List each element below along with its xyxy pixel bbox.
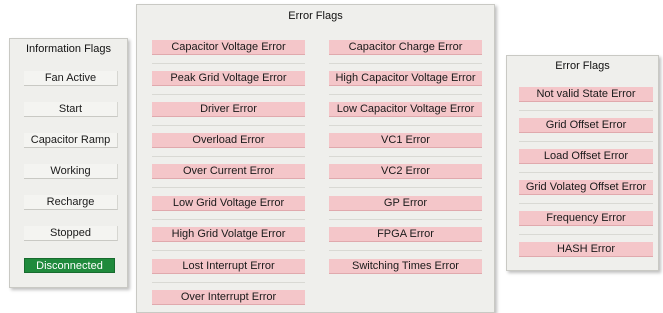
flag-lost-interrupt-error: Lost Interrupt Error [152,259,305,274]
separator [152,125,305,126]
separator [152,250,305,251]
separator [329,94,482,95]
flag-switching-times-error: Switching Times Error [329,259,482,274]
separator [152,156,305,157]
separator [329,63,482,64]
flag-load-offset-error: Load Offset Error [519,149,653,164]
flag-driver-error: Driver Error [152,102,305,117]
flag-recharge: Recharge [24,195,118,210]
separator [152,94,305,95]
separator [519,172,653,173]
flag-hash-error: HASH Error [519,242,653,257]
flag-capacitor-ramp: Capacitor Ramp [24,133,118,148]
flag-grid-offset-error: Grid Offset Error [519,118,653,133]
flag-high-grid-volatge-error: High Grid Volatge Error [152,227,305,242]
flag-vc1-error: VC1 Error [329,133,482,148]
flag-over-interrupt-error: Over Interrupt Error [152,290,305,305]
separator [519,203,653,204]
flag-low-grid-voltage-error: Low Grid Voltage Error [152,196,305,211]
flag-capacitor-voltage-error: Capacitor Voltage Error [152,40,305,55]
flag-working: Working [24,164,118,179]
error-flags-panel-main: Error Flags Capacitor Voltage Error Peak… [136,4,495,313]
separator [329,250,482,251]
error-flags-panel-side: Error Flags Not valid State Error Grid O… [506,55,659,271]
flag-stopped: Stopped [24,226,118,241]
separator [152,282,305,283]
flag-start: Start [24,102,118,117]
flag-frequency-error: Frequency Error [519,211,653,226]
flag-low-capacitor-voltage-error: Low Capacitor Voltage Error [329,102,482,117]
separator [329,125,482,126]
separator [152,63,305,64]
flag-peak-grid-voltage-error: Peak Grid Voltage Error [152,71,305,86]
separator [152,219,305,220]
separator [329,187,482,188]
error-flags-side-title: Error Flags [555,60,610,72]
flag-fpga-error: FPGA Error [329,227,482,242]
information-flags-title: Information Flags [26,43,111,55]
flag-not-valid-state-error: Not valid State Error [519,87,653,102]
flag-high-capacitor-voltage-error: High Capacitor Voltage Error [329,71,482,86]
flag-grid-volateg-offset-error: Grid Volateg Offset Error [519,180,653,195]
separator [152,187,305,188]
flag-overload-error: Overload Error [152,133,305,148]
information-flags-panel: Information Flags Fan Active Start Capac… [9,38,128,288]
flag-gp-error: GP Error [329,196,482,211]
separator [519,141,653,142]
error-flags-main-title: Error Flags [288,10,343,22]
flag-vc2-error: VC2 Error [329,164,482,179]
separator [329,156,482,157]
flag-over-current-error: Over Current Error [152,164,305,179]
separator [329,219,482,220]
separator [519,110,653,111]
separator [519,234,653,235]
flag-disconnected: Disconnected [24,258,115,273]
flag-capacitor-charge-error: Capacitor Charge Error [329,40,482,55]
flag-fan-active: Fan Active [24,71,118,86]
